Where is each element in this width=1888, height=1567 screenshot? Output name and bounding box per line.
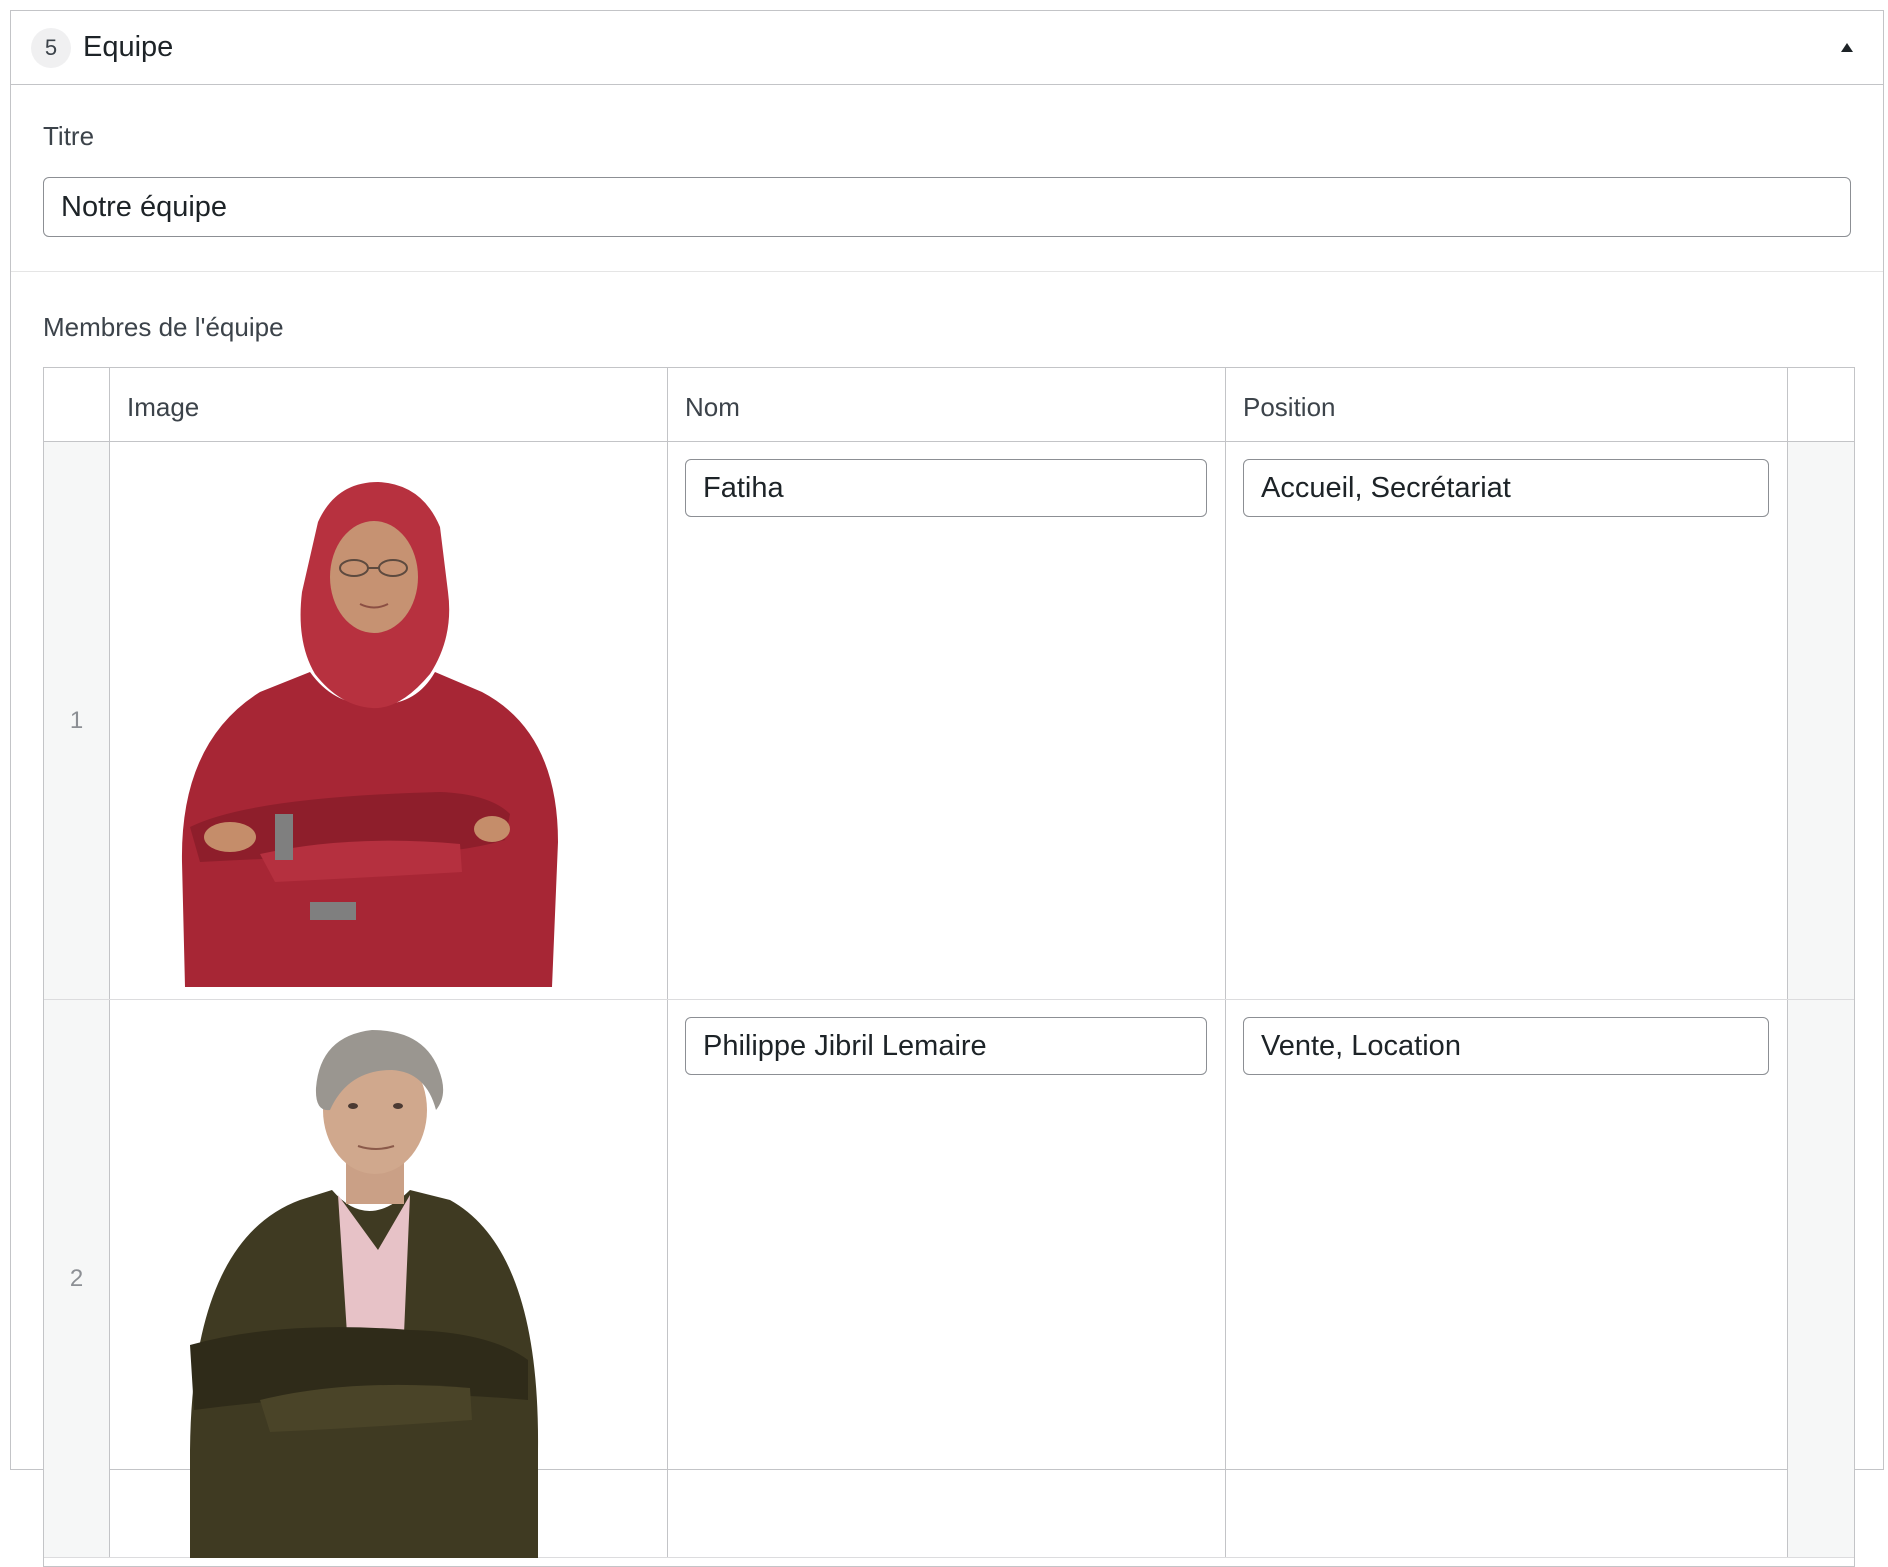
- team-section-panel: 5 Equipe Titre Membres de l'équipe Image…: [10, 10, 1884, 1567]
- nom-input[interactable]: [685, 1017, 1207, 1075]
- title-field: Titre: [11, 85, 1883, 272]
- section-header[interactable]: 5 Equipe: [11, 11, 1883, 85]
- position-input[interactable]: [1243, 1017, 1769, 1075]
- header-order-cell: [44, 368, 110, 441]
- row-drag-handle[interactable]: 2: [44, 1000, 110, 1557]
- column-header-image: Image: [127, 392, 200, 422]
- row-actions-cell[interactable]: [1788, 442, 1854, 999]
- row-number: 1: [69, 706, 84, 734]
- position-input[interactable]: [1243, 459, 1769, 517]
- image-cell[interactable]: [110, 1000, 668, 1558]
- column-header-position: Position: [1243, 392, 1336, 422]
- members-repeater-table: Image Nom Position 1 Fatiha Accueil, Sec…: [43, 367, 1855, 1567]
- column-header-nom: Nom: [685, 392, 740, 422]
- row-drag-handle[interactable]: 1: [44, 442, 110, 999]
- section-title: Equipe: [83, 31, 174, 63]
- title-label: Titre: [43, 121, 95, 151]
- header-nom-cell: Nom: [668, 368, 1226, 441]
- member-photo-man[interactable]: [110, 1000, 668, 1558]
- position-cell: [1226, 1000, 1788, 1557]
- members-field: Membres de l'équipe Image Nom Position 1: [11, 272, 1883, 1567]
- members-label: Membres de l'équipe: [43, 312, 284, 342]
- row-number: 2: [69, 1264, 84, 1292]
- nom-cell: [668, 1000, 1226, 1557]
- title-input[interactable]: [43, 177, 1851, 237]
- header-image-cell: Image: [110, 368, 668, 441]
- table-header-row: Image Nom Position: [44, 368, 1854, 442]
- table-row: 1: [44, 442, 1854, 1000]
- position-cell: [1226, 442, 1788, 999]
- header-actions-cell: [1788, 368, 1854, 441]
- row-actions-cell[interactable]: [1788, 1000, 1854, 1557]
- image-cell[interactable]: [110, 442, 668, 999]
- member-photo-woman[interactable]: [110, 442, 668, 1000]
- header-position-cell: Position: [1226, 368, 1788, 441]
- collapse-toggle-icon[interactable]: [1837, 37, 1857, 57]
- table-row: 2: [44, 1000, 1854, 1558]
- nom-cell: [668, 442, 1226, 999]
- section-index-badge: 5: [31, 27, 71, 68]
- nom-input[interactable]: [685, 459, 1207, 517]
